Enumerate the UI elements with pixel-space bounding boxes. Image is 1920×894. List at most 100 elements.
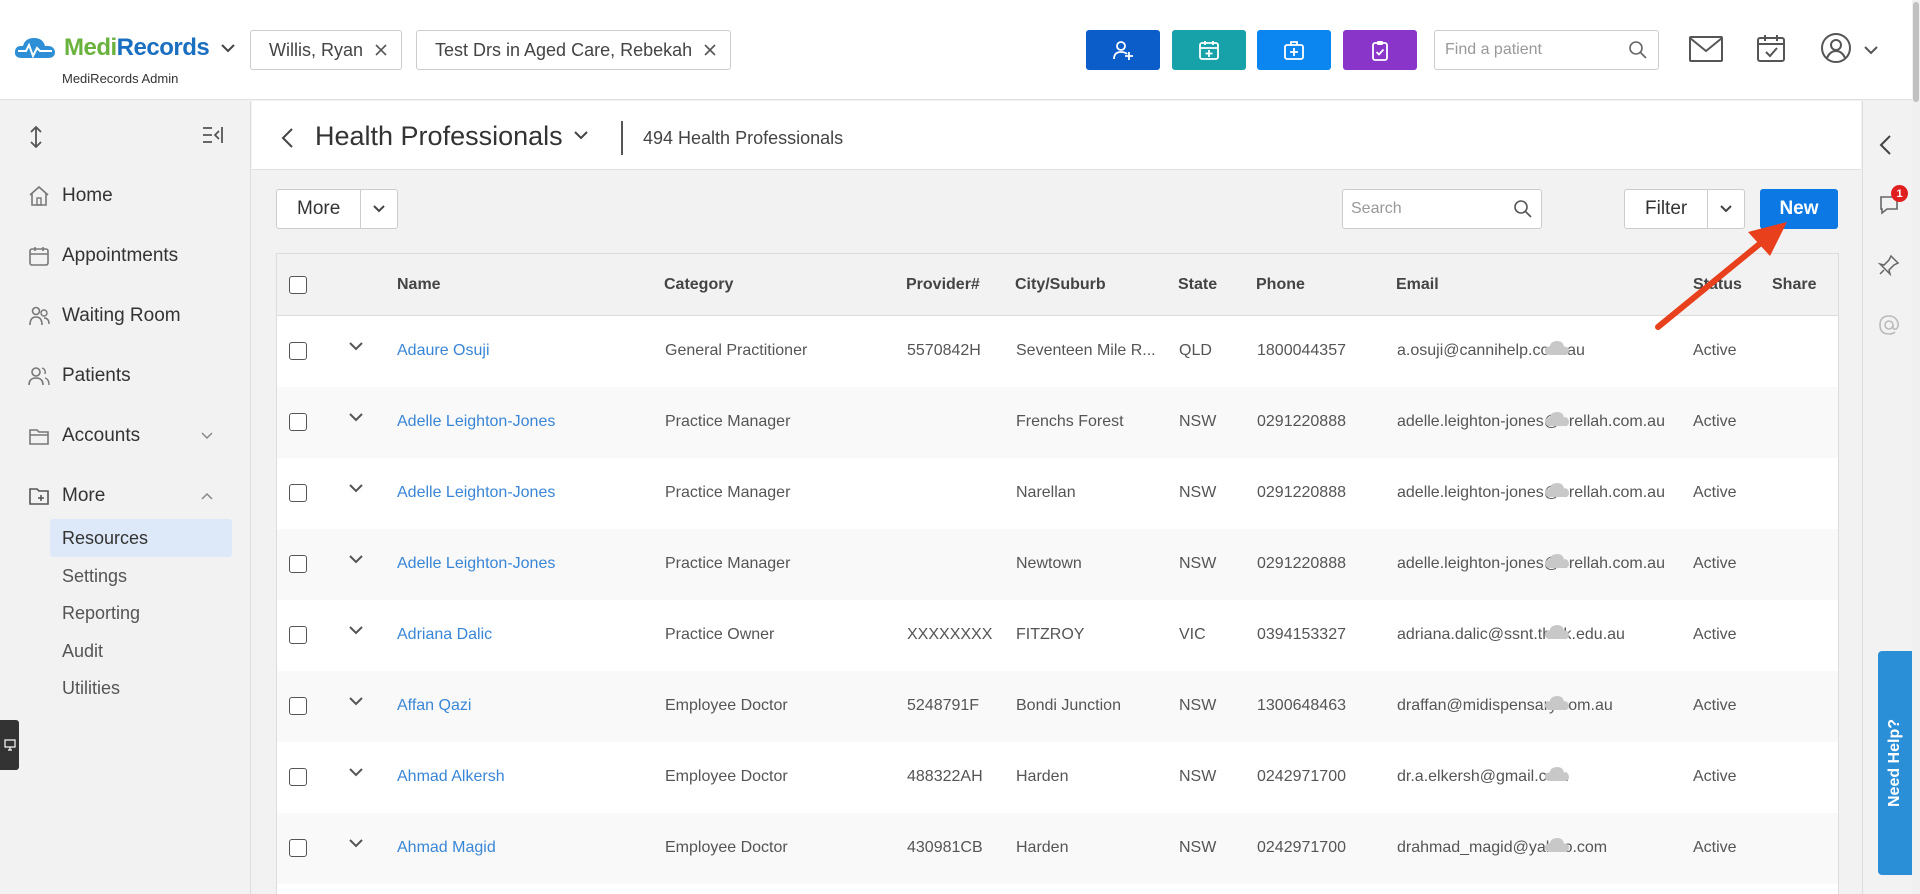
expand-row-chevron-icon[interactable] <box>349 768 363 777</box>
share-cloud-icon[interactable] <box>1544 411 1570 427</box>
filter-dropdown[interactable]: Filter <box>1624 189 1746 229</box>
chevron-down-icon[interactable] <box>361 205 397 213</box>
expand-vertical-icon[interactable] <box>28 125 44 149</box>
pin-icon[interactable] <box>1878 254 1900 276</box>
new-button[interactable]: New <box>1760 189 1838 229</box>
sidebar-subitem-utilities[interactable]: Utilities <box>50 669 232 707</box>
sidebar-item-waiting-room[interactable]: Waiting Room <box>0 294 251 338</box>
row-checkbox[interactable] <box>289 839 307 857</box>
row-checkbox[interactable] <box>289 697 307 715</box>
share-cloud-icon[interactable] <box>1544 766 1570 782</box>
device-panel-tab[interactable] <box>0 720 19 770</box>
column-header-state[interactable]: State <box>1178 276 1217 294</box>
close-icon[interactable] <box>375 44 387 56</box>
column-header-city[interactable]: City/Suburb <box>1015 276 1106 294</box>
table-row[interactable]: Adaure Osuji General Practitioner 5570842H… <box>277 316 1838 387</box>
patient-tab[interactable]: Test Drs in Aged Care, Rebekah <box>416 30 732 70</box>
share-cloud-icon[interactable] <box>1544 624 1570 640</box>
app-logo[interactable]: MediRecords <box>12 34 235 62</box>
row-checkbox[interactable] <box>289 768 307 786</box>
chevron-down-icon[interactable] <box>1864 46 1878 55</box>
find-patient-search[interactable] <box>1434 30 1659 70</box>
table-row[interactable]: Adelle Leighton-Jones Practice Manager New… <box>277 529 1838 600</box>
chevron-down-icon[interactable] <box>201 432 213 440</box>
search-box[interactable] <box>1342 189 1542 229</box>
search-icon[interactable] <box>1513 199 1533 219</box>
row-checkbox[interactable] <box>289 342 307 360</box>
column-header-phone[interactable]: Phone <box>1256 276 1305 294</box>
sidebar-item-accounts[interactable]: Accounts <box>0 414 251 458</box>
expand-row-chevron-icon[interactable] <box>349 626 363 635</box>
table-row[interactable]: Affan Qazi Employee Doctor 5248791F Bondi J… <box>277 671 1838 742</box>
patient-tab[interactable]: Willis, Ryan <box>250 30 403 70</box>
row-checkbox[interactable] <box>289 413 307 431</box>
add-patient-button[interactable] <box>1086 30 1160 70</box>
mail-icon[interactable] <box>1689 36 1723 62</box>
table-row[interactable]: Ahmad Alkersh Employee Doctor 488322AH Hard… <box>277 742 1838 813</box>
cell-name[interactable]: Adaure Osuji <box>397 342 490 360</box>
need-help-tab[interactable]: Need Help? <box>1878 651 1912 875</box>
chevron-down-icon[interactable] <box>221 43 235 53</box>
search-icon[interactable] <box>1628 40 1648 60</box>
table-row[interactable]: Ahmad Magid Employee Doctor 430981CB Harden… <box>277 813 1838 884</box>
share-cloud-icon[interactable] <box>1544 482 1570 498</box>
expand-row-chevron-icon[interactable] <box>349 839 363 848</box>
more-button-label[interactable]: More <box>277 190 362 228</box>
medical-kit-button[interactable] <box>1257 30 1331 70</box>
clipboard-button[interactable] <box>1343 30 1417 70</box>
calendar-check-icon[interactable] <box>1756 33 1786 63</box>
cell-name[interactable]: Adelle Leighton-Jones <box>397 484 555 502</box>
column-header-email[interactable]: Email <box>1396 276 1439 294</box>
row-checkbox[interactable] <box>289 626 307 644</box>
table-row[interactable]: Adelle Leighton-Jones Practice Manager Nar… <box>277 458 1838 529</box>
chevron-down-icon[interactable] <box>1708 205 1744 213</box>
table-row[interactable]: Adelle Leighton-Jones Practice Manager Fre… <box>277 387 1838 458</box>
cell-name[interactable]: Adriana Dalic <box>397 626 492 644</box>
expand-row-chevron-icon[interactable] <box>349 697 363 706</box>
sidebar-item-more[interactable]: More <box>0 474 251 518</box>
chevron-up-icon[interactable] <box>201 492 213 500</box>
sidebar-subitem-settings[interactable]: Settings <box>50 557 232 595</box>
cell-name[interactable]: Affan Qazi <box>397 697 471 715</box>
share-cloud-icon[interactable] <box>1544 340 1570 356</box>
close-icon[interactable] <box>704 44 716 56</box>
expand-row-chevron-icon[interactable] <box>349 342 363 351</box>
chevron-left-icon[interactable] <box>1878 134 1892 156</box>
user-account-icon[interactable] <box>1820 32 1852 64</box>
expand-row-chevron-icon[interactable] <box>349 413 363 422</box>
mention-icon[interactable] <box>1878 314 1900 336</box>
page-scrollbar[interactable] <box>1912 0 1920 894</box>
sidebar-subitem-reporting[interactable]: Reporting <box>50 594 232 632</box>
column-header-provider[interactable]: Provider# <box>906 276 980 294</box>
new-appointment-button[interactable] <box>1172 30 1246 70</box>
sidebar-subitem-resources[interactable]: Resources <box>50 519 232 557</box>
column-header-category[interactable]: Category <box>664 276 733 294</box>
table-row[interactable]: Adriana Dalic Practice Owner XXXXXXXX FITZR… <box>277 600 1838 671</box>
cell-name[interactable]: Adelle Leighton-Jones <box>397 413 555 431</box>
cell-name[interactable]: Ahmad Alkersh <box>397 768 505 786</box>
cell-name[interactable]: Ahmad Magid <box>397 839 496 857</box>
scrollbar-thumb[interactable] <box>1913 2 1919 102</box>
expand-row-chevron-icon[interactable] <box>349 484 363 493</box>
find-patient-input[interactable] <box>1445 41 1628 59</box>
chevron-down-icon[interactable] <box>574 131 588 140</box>
sidebar-subitem-audit[interactable]: Audit <box>50 632 232 670</box>
column-header-name[interactable]: Name <box>397 276 441 294</box>
row-checkbox[interactable] <box>289 555 307 573</box>
share-cloud-icon[interactable] <box>1544 553 1570 569</box>
sidebar-item-home[interactable]: Home <box>0 174 251 218</box>
share-cloud-icon[interactable] <box>1544 695 1570 711</box>
column-header-status[interactable]: Status <box>1693 276 1742 294</box>
expand-row-chevron-icon[interactable] <box>349 555 363 564</box>
row-checkbox[interactable] <box>289 484 307 502</box>
filter-button-label[interactable]: Filter <box>1625 190 1709 228</box>
more-actions-dropdown[interactable]: More <box>276 189 399 229</box>
cell-name[interactable]: Adelle Leighton-Jones <box>397 555 555 573</box>
select-all-checkbox[interactable] <box>289 276 307 294</box>
collapse-sidebar-icon[interactable] <box>201 125 225 145</box>
share-cloud-icon[interactable] <box>1544 837 1570 853</box>
sidebar-item-appointments[interactable]: Appointments <box>0 234 251 278</box>
sidebar-item-patients[interactable]: Patients <box>0 354 251 398</box>
search-input[interactable] <box>1351 200 1513 218</box>
back-arrow-icon[interactable] <box>280 127 294 149</box>
